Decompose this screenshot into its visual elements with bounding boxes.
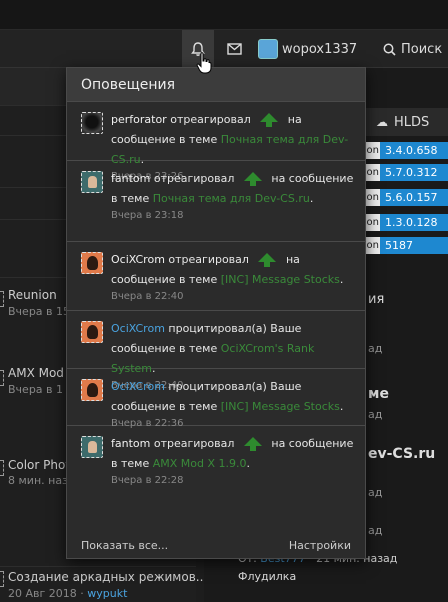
post-meta: ад <box>368 342 383 355</box>
list-item[interactable]: Reunion Вчера в 15 <box>0 285 70 325</box>
thumbnail <box>0 571 4 587</box>
notification-time: Вчера в 22:28 <box>111 475 184 486</box>
tab-label: HLDS <box>394 114 430 130</box>
version-row: on 5.6.0.157 <box>366 189 448 206</box>
post-title[interactable]: ev-CS.ru <box>368 446 435 462</box>
settings-link[interactable]: Настройки <box>289 539 351 552</box>
notification-topic-link[interactable]: Почная тема для Dev-CS.ru <box>153 192 310 205</box>
notification-item[interactable]: OciXCrom отреагировал на сообщение в тем… <box>67 242 365 311</box>
version-value: 5.7.0.312 <box>380 164 448 181</box>
version-row: on 5187 <box>366 237 448 254</box>
thread-title[interactable]: Создание аркадных режимов... <box>8 570 207 584</box>
list-item[interactable]: Color Photo 8 мин. назад <box>0 456 82 496</box>
version-row: on 5.7.0.312 <box>366 164 448 181</box>
version-row: on 1.3.0.128 <box>366 214 448 231</box>
post-title[interactable]: ме <box>368 386 389 402</box>
popup-title: Оповещения <box>81 76 176 93</box>
username: wopox1337 <box>282 41 358 57</box>
version-name: on <box>366 237 380 254</box>
notification-item[interactable]: OciXCrom процитировал(а) Ваше сообщение … <box>67 311 365 391</box>
messages-button[interactable] <box>222 30 246 68</box>
notification-action: отреагировал <box>153 172 235 185</box>
top-strip <box>0 0 448 30</box>
version-name: on <box>366 214 380 231</box>
user-menu-button[interactable]: wopox1337 <box>258 30 357 68</box>
version-name: on <box>366 142 380 159</box>
version-name: on <box>366 189 380 206</box>
avatar[interactable] <box>81 112 103 134</box>
tab-hlds[interactable]: ☁ HLDS <box>366 108 448 136</box>
notification-topic-link[interactable]: [INC] Message Stocks <box>221 400 340 413</box>
notification-topic-link[interactable]: [INC] Message Stocks <box>221 273 340 286</box>
version-value: 5.6.0.157 <box>380 189 448 206</box>
list-item[interactable]: Создание аркадных режимов... 20 Авг 2018… <box>0 566 207 602</box>
notification-time: Вчера в 22:40 <box>111 291 184 302</box>
like-arrow-icon <box>258 253 277 267</box>
notification-action: отреагировал <box>170 113 251 126</box>
navbar: wopox1337 Поиск <box>0 30 448 68</box>
cloud-download-icon: ☁ <box>376 115 388 129</box>
version-value: 5187 <box>380 237 448 254</box>
notification-user[interactable]: perforator <box>111 113 167 126</box>
notification-user[interactable]: OciXCrom <box>111 380 165 393</box>
avatar[interactable] <box>81 321 103 343</box>
version-name: on <box>366 164 380 181</box>
hand-cursor-icon <box>196 52 212 74</box>
notification-user[interactable]: OciXCrom <box>111 253 165 266</box>
list-item[interactable]: AMX Mod Вчера в 1 <box>0 366 66 406</box>
show-all-link[interactable]: Показать все... <box>81 539 168 552</box>
thumbnail <box>0 370 4 386</box>
search-button[interactable]: Поиск <box>383 30 442 68</box>
popup-footer: Показать все... Настройки <box>67 532 365 558</box>
avatar[interactable] <box>81 252 103 274</box>
notifications-popup: Оповещения perforator отреагировал на со… <box>66 67 366 559</box>
avatar[interactable] <box>81 379 103 401</box>
notification-time: Вчера в 23:18 <box>111 210 184 221</box>
notification-action: отреагировал <box>168 253 249 266</box>
like-arrow-icon <box>243 172 262 186</box>
thread-date: 20 Авг 2018 <box>8 587 77 600</box>
version-row: on 3.4.0.658 <box>366 142 448 159</box>
post-meta: ад <box>368 524 383 537</box>
search-icon <box>383 43 396 56</box>
post-meta: ад <box>368 486 383 499</box>
version-value: 3.4.0.658 <box>380 142 448 159</box>
notification-item[interactable]: perforator отреагировал на сообщение в т… <box>67 102 365 182</box>
notification-user[interactable]: fantom <box>111 437 150 450</box>
thread-author-link[interactable]: wypukt <box>87 587 127 600</box>
notification-user[interactable]: OciXCrom <box>111 322 165 335</box>
notification-item[interactable]: fantom отреагировал на сообщение в теме … <box>67 426 365 496</box>
notification-item[interactable]: fantom отреагировал на сообщение в теме … <box>67 161 365 242</box>
like-arrow-icon <box>243 437 262 451</box>
popup-header: Оповещения <box>67 68 365 102</box>
thread-title[interactable]: Reunion <box>8 288 57 302</box>
thread-meta: Вчера в 15 <box>8 305 71 318</box>
like-arrow-icon <box>260 113 279 127</box>
search-label: Поиск <box>401 41 443 57</box>
notification-user[interactable]: fantom <box>111 172 150 185</box>
notification-topic-link[interactable]: AMX Mod X 1.9.0 <box>153 457 247 470</box>
thumbnail <box>0 460 4 476</box>
user-avatar <box>258 39 278 59</box>
avatar[interactable] <box>81 171 103 193</box>
post-meta: ад <box>368 408 383 421</box>
forum-name[interactable]: Флудилка <box>238 570 296 583</box>
version-value: 1.3.0.128 <box>380 214 448 231</box>
notification-action: отреагировал <box>153 437 235 450</box>
avatar[interactable] <box>81 436 103 458</box>
notification-item[interactable]: OciXCrom процитировал(а) Ваше сообщение … <box>67 369 365 429</box>
envelope-icon <box>226 43 242 55</box>
section-heading: ия <box>368 292 385 307</box>
thumbnail <box>0 291 4 307</box>
thread-meta: Вчера в 1 <box>8 383 64 396</box>
thread-title[interactable]: AMX Mod <box>8 366 64 380</box>
